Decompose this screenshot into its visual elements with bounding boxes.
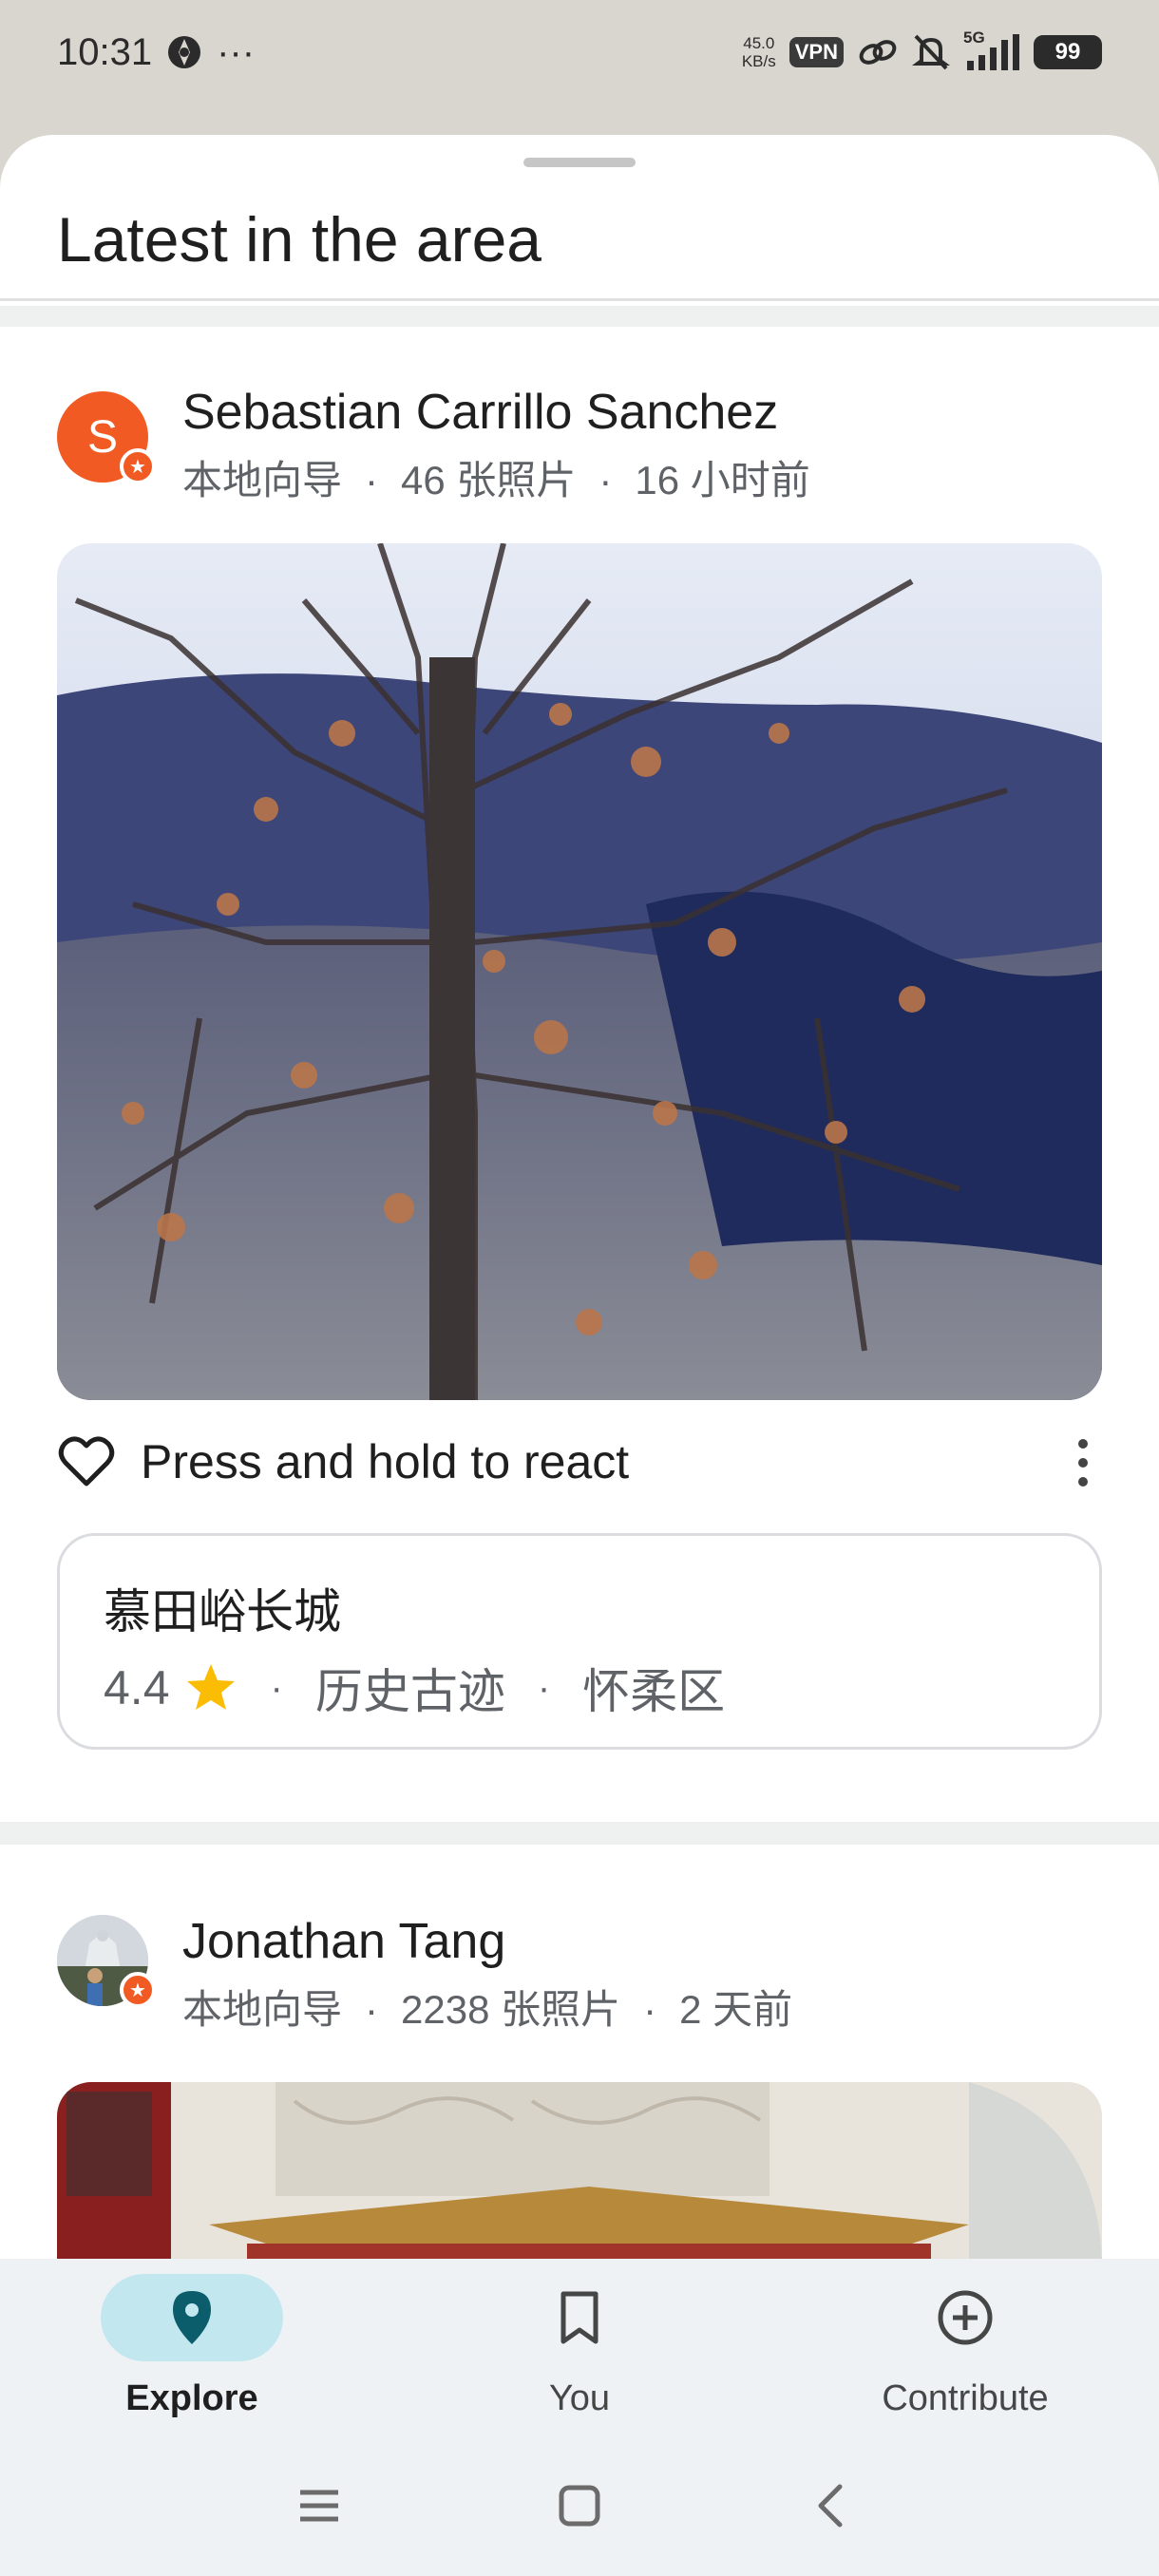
network-speed-unit: KB/s <box>741 52 776 70</box>
cellular-signal: 5G <box>963 28 1020 72</box>
post-time: 16 小时前 <box>635 458 810 502</box>
author-name[interactable]: Sebastian Carrillo Sanchez <box>182 384 778 441</box>
latest-in-area-sheet: Latest in the area S ★ Sebastian Carrill… <box>0 135 1159 2576</box>
status-left: 10:31 ··· <box>57 31 255 74</box>
mute-bell-icon <box>912 34 950 70</box>
status-bar: 10:31 ··· 45.0 KB/s VPN 5G 99 <box>0 0 1159 104</box>
vpn-badge: VPN <box>788 37 844 67</box>
network-speed: 45.0 KB/s <box>742 34 776 70</box>
bookmark-icon <box>560 2291 598 2344</box>
react-label[interactable]: Press and hold to react <box>141 1434 629 1489</box>
section-gap <box>0 306 1159 327</box>
author-role: 本地向导 <box>182 458 343 502</box>
sheet-title: Latest in the area <box>57 204 542 275</box>
sheet-drag-handle[interactable] <box>523 158 636 167</box>
home-icon[interactable] <box>551 2477 608 2534</box>
nav-contribute-label: Contribute <box>882 2378 1049 2418</box>
add-circle-icon <box>938 2290 993 2345</box>
status-right: 45.0 KB/s VPN 5G 99 <box>742 28 1102 72</box>
nav-contribute[interactable]: Contribute <box>823 2274 1108 2435</box>
section-gap <box>0 1822 1159 1845</box>
nav-explore[interactable]: Explore <box>49 2274 334 2435</box>
author-meta: 本地向导 · 2238 张照片 · 2 天前 <box>182 1987 793 2032</box>
nav-contribute-pill <box>874 2274 1056 2361</box>
place-meta: 4.4 · 历史古迹 · 怀柔区 <box>104 1654 725 1722</box>
more-notifications-indicator: ··· <box>217 30 256 73</box>
nav-you-pill <box>488 2274 671 2361</box>
signal-bars-icon <box>967 34 1019 70</box>
separator-dot: · <box>537 1666 551 1709</box>
app-notification-icon <box>168 36 201 68</box>
nav-you-label: You <box>548 2378 611 2418</box>
heart-icon[interactable] <box>57 1432 116 1491</box>
nav-explore-pill <box>101 2274 283 2361</box>
separator-dot: · <box>270 1666 283 1709</box>
author-meta: 本地向导 · 46 张照片 · 16 小时前 <box>182 458 810 502</box>
network-speed-value: 45.0 <box>743 34 775 52</box>
avatar-letter: S <box>86 411 118 463</box>
author-name[interactable]: Jonathan Tang <box>182 1913 505 1970</box>
divider <box>0 298 1159 301</box>
clock: 10:31 <box>57 30 153 73</box>
battery-indicator: 99 <box>1034 35 1102 69</box>
link-icon <box>859 40 897 65</box>
nav-you[interactable]: You <box>437 2274 722 2435</box>
author-photo-count: 46 张照片 <box>401 458 577 502</box>
place-category: 历史古迹 <box>314 1665 505 1718</box>
author-photo-count: 2238 张照片 <box>401 1987 621 2032</box>
nav-explore-label: Explore <box>125 2378 258 2418</box>
location-pin-icon <box>173 2291 211 2344</box>
local-guide-badge-icon: ★ <box>120 448 156 484</box>
place-district: 怀柔区 <box>582 1665 726 1718</box>
tree-photo-image <box>57 543 1102 1400</box>
post-card: S ★ Sebastian Carrillo Sanchez 本地向导 · 46 张… <box>0 327 1159 1956</box>
bottom-navigation: Explore You Contribute <box>0 2259 1159 2576</box>
menu-icon[interactable] <box>291 2477 348 2534</box>
place-rating: 4.4 <box>104 1661 170 1714</box>
more-options-icon[interactable] <box>1064 1434 1102 1491</box>
post-photo[interactable] <box>57 543 1102 1400</box>
place-card[interactable]: 慕田峪长城 4.4 · 历史古迹 · 怀柔区 <box>57 1533 1102 1750</box>
back-icon[interactable] <box>804 2477 861 2534</box>
local-guide-badge-icon: ★ <box>120 1972 156 2008</box>
react-row: Press and hold to react <box>57 1429 1102 1495</box>
post-time: 2 天前 <box>679 1987 793 2032</box>
battery-level: 99 <box>1054 39 1081 65</box>
author-role: 本地向导 <box>182 1987 343 2032</box>
star-icon <box>186 1664 235 1710</box>
system-navigation-bar <box>0 2458 1159 2553</box>
place-name: 慕田峪长城 <box>104 1585 341 1638</box>
